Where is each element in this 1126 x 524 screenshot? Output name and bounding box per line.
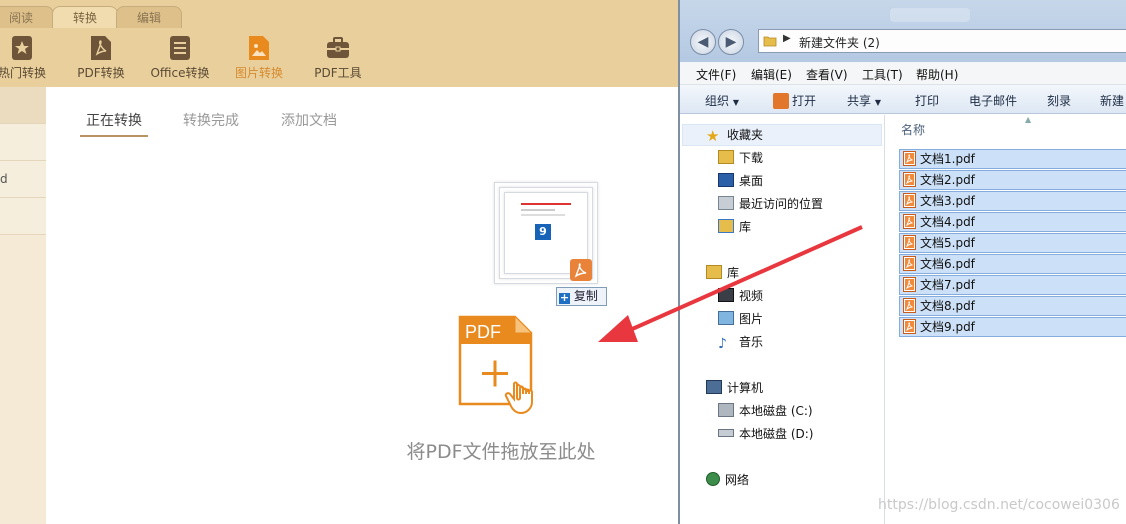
watermark-text: https://blog.csdn.net/cocowei0306	[878, 497, 1120, 513]
annotation-arrow	[598, 225, 863, 342]
